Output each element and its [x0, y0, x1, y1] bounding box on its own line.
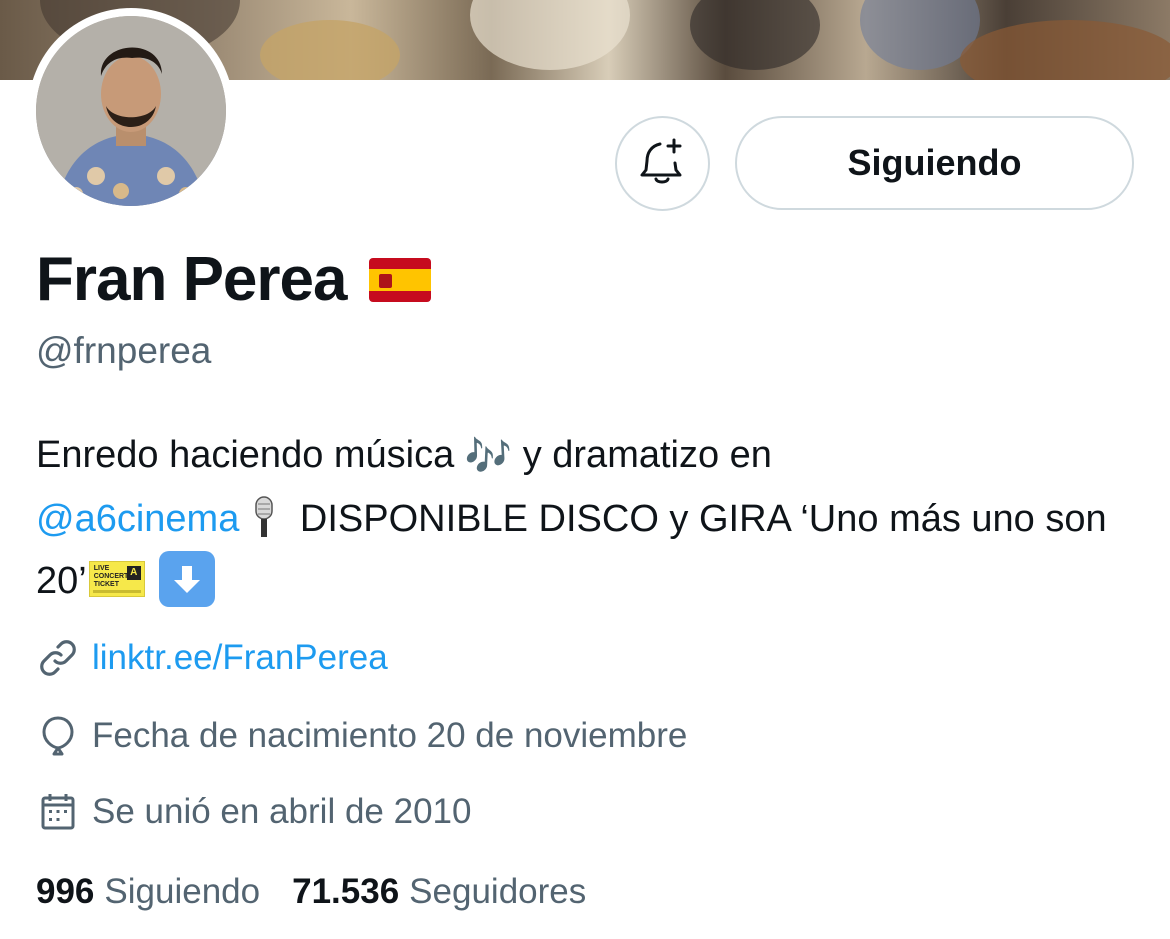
microphone-icon [253, 495, 275, 539]
follow-stats: 996 Siguiendo 71.536 Seguidores [36, 872, 618, 912]
website-row: linktr.ee/FranPerea [36, 636, 388, 680]
birthday-row: Fecha de nacimiento 20 de noviembre [36, 714, 687, 758]
followers-count: 71.536 [292, 872, 400, 911]
link-icon [36, 636, 80, 680]
following-button[interactable]: Siguiendo [735, 116, 1134, 210]
following-count: 996 [36, 872, 95, 911]
ticket-icon: LIVE CONCERT TICKET A [88, 560, 145, 597]
down-arrow-icon [158, 550, 215, 607]
mention-link[interactable]: @a6cinema [36, 498, 239, 540]
followers-label: Seguidores [409, 872, 587, 911]
website-link[interactable]: linktr.ee/FranPerea [92, 638, 388, 678]
music-notes-icon: 🎶 [464, 435, 513, 478]
spain-flag-icon [368, 257, 431, 302]
following-label: Siguiendo [104, 872, 261, 911]
avatar[interactable] [36, 16, 226, 206]
balloon-icon [36, 714, 80, 758]
bio: Enredo haciendo música 🎶 y dramatizo en … [36, 424, 1136, 612]
bio-text: Enredo haciendo música [36, 434, 465, 476]
calendar-icon [36, 790, 80, 834]
bio-text: y dramatizo en [512, 434, 772, 476]
birthday-text: Fecha de nacimiento 20 de noviembre [92, 716, 688, 755]
bell-plus-icon [638, 136, 688, 191]
notifications-button[interactable] [615, 116, 710, 211]
followers-stat[interactable]: 71.536 Seguidores [292, 872, 586, 912]
display-name: Fran Perea [36, 245, 348, 314]
joined-row: Se unió en abril de 2010 [36, 790, 471, 834]
following-stat[interactable]: 996 Siguiendo [36, 872, 260, 912]
user-handle: @frnperea [36, 330, 212, 371]
joined-text: Se unió en abril de 2010 [92, 792, 472, 831]
name-row: Fran Perea [36, 244, 431, 315]
